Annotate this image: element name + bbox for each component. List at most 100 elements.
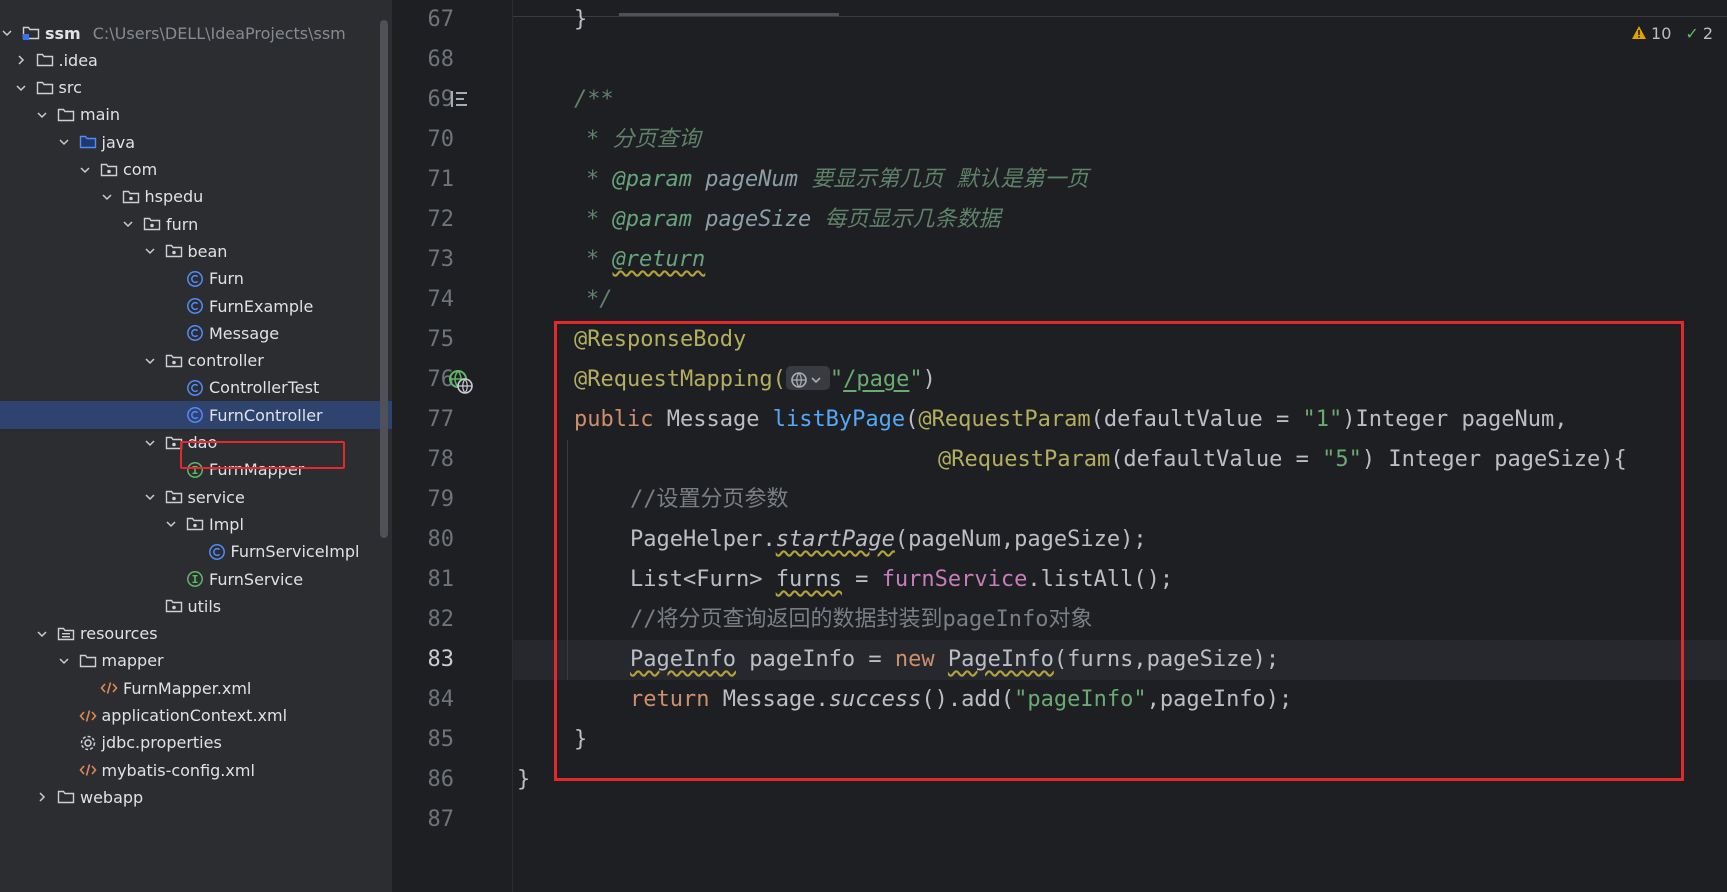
code-line-67: } [574, 7, 588, 32]
line-number: 73 [427, 247, 455, 272]
line-number: 67 [427, 7, 455, 32]
tree-item-label: dao [187, 433, 218, 452]
code-line-82: //将分页查询返回的数据封装到pageInfo对象 [630, 607, 1093, 632]
code-editor[interactable]: 67 68 69 70 71 72 73 74 75 76 77 78 79 80 81 82 83 84 85 86… [392, 0, 1727, 892]
tree-item[interactable]: controller [0, 347, 392, 375]
chevron-down-icon[interactable] [0, 27, 14, 39]
xml-icon [100, 679, 118, 697]
tree-item[interactable]: java [0, 128, 392, 156]
line-number-gutter: 67 68 69 70 71 72 73 74 75 76 77 78 79 80 81 82 83 84 85 86… [392, 0, 512, 892]
chevron-down-icon[interactable] [121, 218, 135, 230]
chevron-down-icon[interactable] [143, 437, 157, 449]
tree-item[interactable]: FurnServiceImpl [0, 538, 392, 566]
tree-item[interactable]: src [0, 74, 392, 102]
line-number: 68 [427, 47, 455, 72]
chevron-down-icon[interactable] [14, 82, 28, 94]
line-number: 84 [427, 687, 455, 712]
tree-item[interactable]: webapp [0, 783, 392, 811]
tree-scrollbar[interactable] [380, 20, 388, 538]
code-line-75: @ResponseBody [574, 327, 747, 352]
tree-item[interactable]: mybatis-config.xml [0, 756, 392, 784]
resources-folder-icon [57, 625, 75, 643]
package-icon [100, 161, 118, 179]
package-icon [165, 352, 183, 370]
line-number: 69 [427, 87, 455, 112]
tree-item[interactable]: FurnMapper.xml [0, 674, 392, 702]
tree-item[interactable]: applicationContext.xml [0, 702, 392, 730]
package-icon [122, 188, 140, 206]
chevron-right-icon[interactable] [35, 791, 49, 803]
tree-item[interactable]: resources [0, 620, 392, 648]
package-icon [186, 515, 204, 533]
folder-icon [36, 79, 54, 97]
tree-item[interactable]: ControllerTest [0, 374, 392, 402]
interface-icon [186, 461, 204, 479]
tree-item[interactable]: main [0, 101, 392, 129]
tree-item-label: jdbc.properties [101, 733, 222, 753]
tree-item[interactable]: .idea [0, 46, 392, 74]
warning-icon [1631, 25, 1647, 41]
chevron-down-icon[interactable] [57, 136, 71, 148]
line-number: 82 [427, 607, 455, 632]
tree-item[interactable]: furn [0, 210, 392, 238]
tree-item[interactable]: FurnExample [0, 292, 392, 320]
chevron-down-icon[interactable] [164, 518, 178, 530]
class-icon [186, 270, 204, 288]
tree-item[interactable]: dao [0, 429, 392, 457]
tree-item-label: FurnMapper [209, 460, 305, 480]
tree-item[interactable]: utils [0, 592, 392, 620]
tree-item[interactable]: mapper [0, 647, 392, 675]
tree-item-label: bean [187, 241, 228, 261]
folder-icon [57, 106, 75, 124]
project-path: C:\Users\DELL\IdeaProjects\ssm [92, 23, 346, 43]
tree-item-label: FurnMapper.xml [123, 678, 252, 698]
tree-item[interactable]: com [0, 156, 392, 184]
tree-item[interactable]: hspedu [0, 183, 392, 211]
interface-icon [186, 570, 204, 588]
tree-item[interactable]: Impl [0, 510, 392, 538]
code-line-85: } [574, 727, 588, 752]
tree-item[interactable]: jdbc.properties [0, 729, 392, 757]
code-line-76: @RequestMapping("/page") [574, 366, 936, 392]
tree-item[interactable]: FurnService [0, 565, 392, 593]
package-icon [143, 215, 161, 233]
line-number: 72 [427, 207, 455, 232]
chevron-down-icon[interactable] [143, 245, 157, 257]
chevron-down-icon[interactable] [35, 628, 49, 640]
tree-item[interactable]: service [0, 483, 392, 511]
tree-item[interactable]: ssm C:\Users\DELL\IdeaProjects\ssm [0, 19, 378, 47]
chevron-down-icon[interactable] [100, 191, 114, 203]
chevron-down-icon[interactable] [78, 164, 92, 176]
class-icon [186, 324, 204, 342]
line-number: 76 [427, 367, 455, 392]
endpoint-globe-icon[interactable] [448, 369, 474, 395]
class-icon [186, 406, 204, 424]
code-line-69: /** [574, 87, 614, 112]
tree-item[interactable]: Furn [0, 265, 392, 293]
line-number: 70 [427, 127, 455, 152]
code-line-70: * 分页查询 [586, 127, 701, 152]
tree-item[interactable]: FurnController [0, 401, 392, 430]
chevron-down-icon[interactable] [57, 655, 71, 667]
chevron-right-icon[interactable] [14, 54, 28, 66]
tree-item[interactable]: Message [0, 319, 392, 347]
chevron-down-icon[interactable] [35, 109, 49, 121]
code-line-84: return Message.success().add("pageInfo",… [630, 687, 1293, 712]
tree-item-label: Message [209, 323, 280, 343]
code-line-72: * @param pageSize 每页显示几条数据 [586, 207, 1001, 232]
doc-render-icon[interactable] [448, 88, 470, 110]
inspections-widget[interactable]: 10 ✓ 2 [1631, 22, 1713, 44]
tree-item-label: src [58, 78, 82, 98]
chevron-down-icon[interactable] [143, 491, 157, 503]
tree-item[interactable]: bean [0, 237, 392, 265]
code-line-74: */ [586, 287, 613, 312]
code-line-81: List<Furn> furns = furnService.listAll()… [630, 567, 1174, 592]
chevron-down-icon[interactable] [143, 355, 157, 367]
active-tab-indicator[interactable] [619, 13, 839, 16]
tree-item-label: applicationContext.xml [101, 706, 288, 725]
tree-item-label: main [80, 105, 120, 125]
line-number: 86 [427, 767, 455, 792]
tree-item-label: com [123, 160, 158, 179]
tree-item[interactable]: FurnMapper [0, 456, 392, 484]
http-client-inlay-icon[interactable] [785, 366, 830, 390]
